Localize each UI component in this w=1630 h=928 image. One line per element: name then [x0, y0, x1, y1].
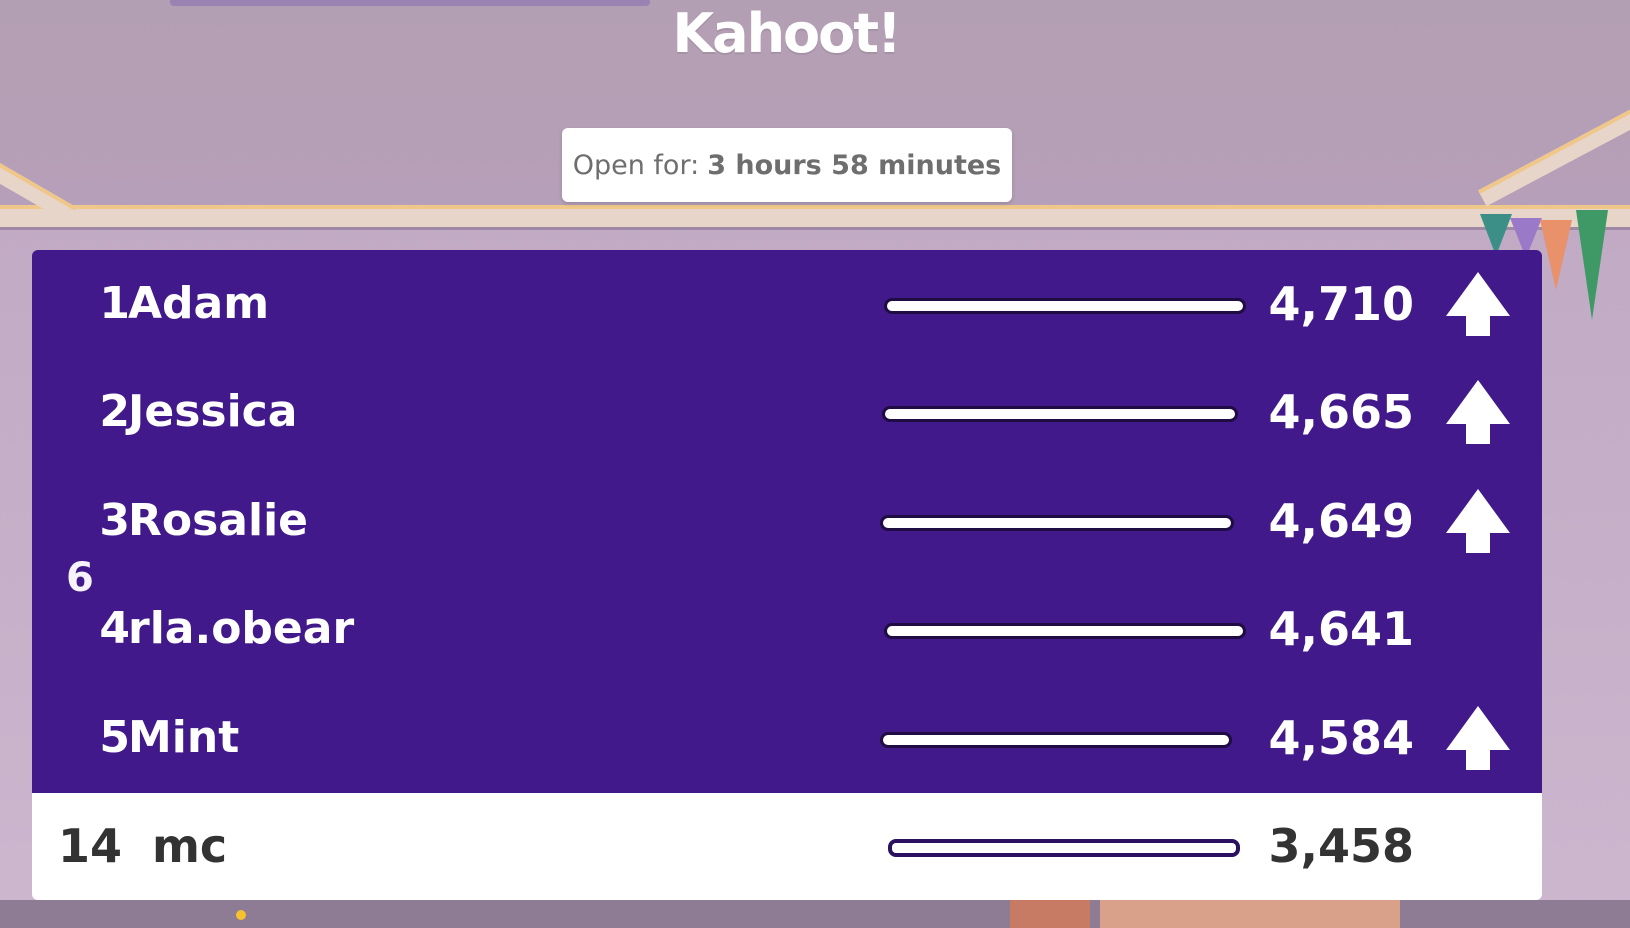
player-name: Adam [128, 278, 270, 329]
player-score: 4,641 [1268, 602, 1414, 656]
player-name: Jessica [128, 386, 298, 437]
background-right-trim [1478, 91, 1630, 207]
rank-number: 5 [99, 712, 130, 763]
score-bar [882, 406, 1238, 422]
player-name: Mint [128, 712, 240, 763]
arrow-up-icon [1446, 706, 1510, 770]
background-floor-block [1100, 900, 1400, 928]
timer-label: Open for: [572, 149, 700, 181]
bunting-flag [1540, 220, 1572, 290]
player-score: 4,665 [1268, 385, 1414, 439]
player-name: rla.obear [128, 603, 355, 654]
background-ceiling-trim [0, 205, 1630, 230]
leaderboard-row: 5 Mint 4,584 [32, 684, 1542, 792]
bunting-flag [1576, 210, 1608, 320]
open-for-timer: Open for: 3 hours 58 minutes [562, 128, 1012, 202]
player-score: 4,584 [1268, 711, 1414, 765]
score-bar [880, 732, 1232, 748]
timer-value: 3 hours 58 minutes [707, 149, 1002, 181]
leaderboard-row: 2 Jessica 4,665 [32, 358, 1542, 466]
arrow-up-icon [1446, 489, 1510, 553]
score-bar [884, 298, 1246, 314]
score-bar [884, 623, 1246, 639]
leaderboard-row: 3 Rosalie 4,649 [32, 467, 1542, 575]
leaderboard-row: 4 rla.obear 4,641 [32, 575, 1542, 683]
player-name: mc [152, 819, 228, 873]
player-name: Rosalie [128, 495, 308, 546]
leaderboard-row: 1 Adam 4,710 [32, 250, 1542, 358]
rank-number: 4 [99, 603, 130, 654]
player-score: 4,710 [1268, 277, 1414, 331]
arrow-up-icon [1446, 380, 1510, 444]
arrow-up-icon [1446, 272, 1510, 336]
rank-number: 2 [99, 386, 130, 437]
rank-number: 14 [57, 819, 122, 873]
background-floor-block [1010, 900, 1090, 928]
kahoot-logo: Kahoot! [672, 2, 901, 65]
player-score: 4,649 [1268, 494, 1414, 548]
score-bar [888, 839, 1240, 857]
player-score: 3,458 [1268, 819, 1414, 873]
rank-number: 1 [99, 278, 130, 329]
score-bar [880, 515, 1234, 531]
sparkle-decoration [236, 910, 246, 920]
current-player-row: 14 mc 3,458 [32, 793, 1542, 900]
